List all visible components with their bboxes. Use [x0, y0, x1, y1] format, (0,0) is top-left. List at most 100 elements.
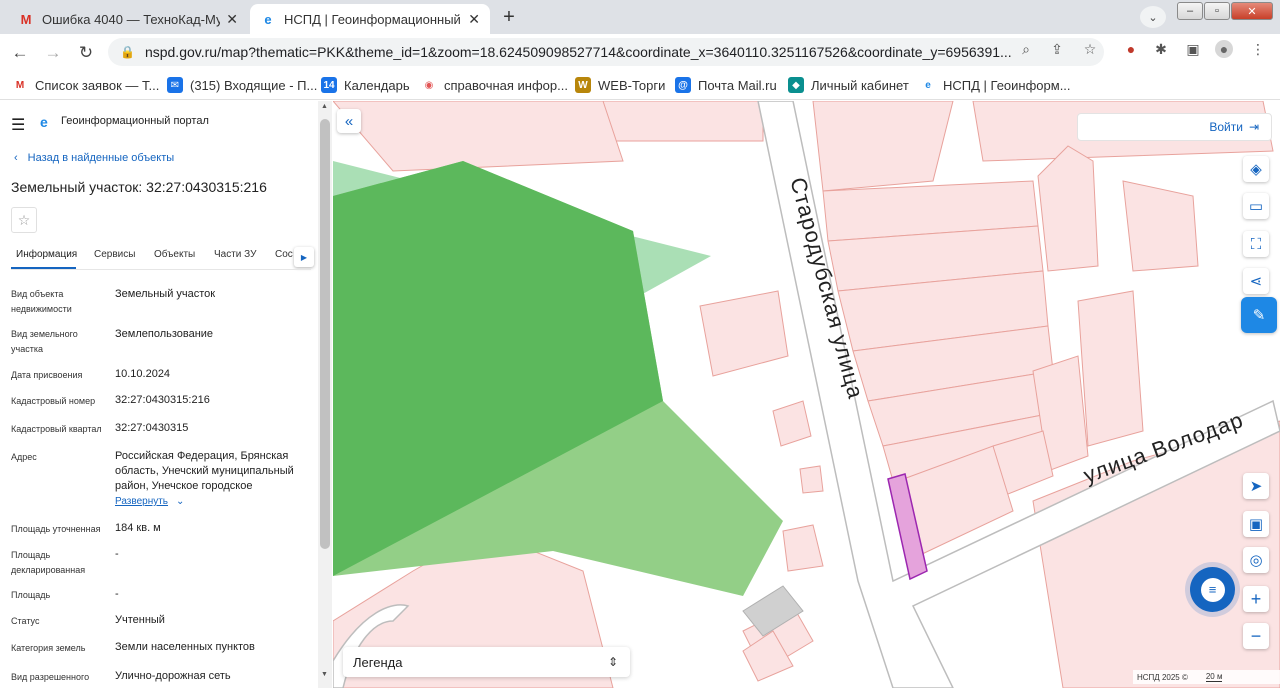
object-title: Земельный участок: 32:27:0430315:216 [11, 179, 267, 195]
bookmark-label: справочная инфор... [444, 77, 568, 93]
layers-button[interactable]: ◈ [1243, 156, 1269, 182]
bookmark-item[interactable]: @ Почта Mail.ru [675, 76, 777, 94]
tab-objects[interactable]: Объекты [154, 249, 195, 260]
scroll-up-arrow-icon[interactable]: ▲ [321, 103, 328, 110]
chat-bot-button[interactable]: ✎ [1241, 297, 1277, 333]
share-button[interactable]: ⋖ [1243, 268, 1269, 294]
expand-collapse-icon: ⇕ [607, 655, 618, 669]
tab-technokad[interactable]: M Ошибка 4040 — ТехноКад-Муни ✕ [8, 4, 248, 34]
login-label: Войти [1209, 120, 1243, 134]
gmail-icon: M [12, 77, 28, 93]
sidepanel-icon[interactable]: ▣ [1184, 40, 1202, 58]
legend-dropdown[interactable]: Легенда ⇕ [343, 647, 630, 677]
collapse-panel-button[interactable]: « [337, 109, 361, 133]
tab-title: Ошибка 4040 — ТехноКад-Муни [42, 11, 221, 27]
login-button[interactable]: Войти ⇥ [1077, 113, 1272, 141]
value-area-declared: - [115, 548, 119, 560]
select-area-button[interactable]: ⛶ [1243, 231, 1269, 257]
puzzle-icon[interactable]: ✱ [1152, 40, 1170, 58]
scrollbar-thumb[interactable] [320, 119, 330, 549]
tab-parts[interactable]: Части ЗУ [214, 249, 256, 260]
gmail-icon: M [20, 11, 32, 27]
support-chat-button[interactable]: ≡ [1190, 567, 1235, 612]
info-icon: ◉ [421, 77, 437, 93]
calendar-icon: 14 [321, 77, 337, 93]
tabs-divider [11, 269, 311, 270]
bookmark-item[interactable]: ◆ Личный кабинет [788, 76, 909, 94]
close-tab-icon[interactable]: ✕ [468, 11, 480, 28]
label-permitted-use: Вид разрешенного [11, 672, 90, 682]
ruler-button[interactable]: ▭ [1243, 193, 1269, 219]
tab-information[interactable]: Информация [16, 249, 77, 260]
web-torgi-icon: W [575, 77, 591, 93]
mail-ru-icon: @ [675, 77, 691, 93]
zoom-in-button[interactable]: + [1243, 586, 1269, 612]
tab-search-button[interactable]: ⌄ [1140, 6, 1166, 28]
star-icon[interactable]: ☆ [1081, 40, 1099, 58]
chevron-left-icon: ‹ [14, 152, 18, 164]
lock-icon: 🔒 [120, 45, 135, 59]
value-address: Российская Федерация, Брянская область, … [115, 450, 294, 492]
legend-label: Легенда [353, 654, 403, 670]
label-area: Площадь [11, 590, 51, 600]
label-address: Адрес [11, 452, 37, 462]
expand-link[interactable]: Развернуть ⌄ [115, 496, 184, 507]
scroll-down-arrow-icon[interactable]: ▼ [321, 671, 328, 678]
object-info-panel: ☰ e Геоинформационный портал ‹ Назад в н… [0, 101, 318, 688]
zoom-search-icon[interactable]: ⌕ [1017, 40, 1035, 58]
maximize-button[interactable]: ▫ [1204, 2, 1230, 20]
map-footer: НСПД 2025 © 20 м [1133, 670, 1280, 684]
value-area: - [115, 588, 119, 600]
bookmark-item[interactable]: ✉ (315) Входящие - П... [167, 76, 317, 94]
tab-services[interactable]: Сервисы [94, 249, 135, 260]
bookmark-item[interactable]: e НСПД | Геоинформ... [920, 76, 1071, 94]
bookmark-item[interactable]: W WEB-Торги [575, 76, 665, 94]
map-canvas[interactable]: Стародубская улица улица Володар « Войти… [333, 101, 1280, 688]
scale-label: 20 м [1205, 672, 1223, 682]
tabs-scroll-right-button[interactable]: ▶ [294, 247, 314, 267]
label-area-specified: Площадь уточненная [11, 524, 101, 534]
address-bar[interactable]: 🔒 nspd.gov.ru/map?thematic=PKK&theme_id=… [108, 38, 1104, 66]
forward-arrow-icon[interactable]: → [42, 42, 64, 64]
new-tab-button[interactable]: + [496, 6, 522, 28]
hamburger-menu-icon[interactable]: ☰ [11, 115, 25, 135]
value-object-type: Земельный участок [115, 288, 216, 300]
bookmarks-bar: M Список заявок — Т... ✉ (315) Входящие - … [0, 70, 1280, 100]
cabinet-icon: ◆ [788, 77, 804, 93]
label-cadastral-quarter: Кадастровый квартал [11, 424, 102, 434]
close-window-button[interactable]: ✕ [1231, 2, 1273, 20]
geo-search-button[interactable]: ◎ [1243, 547, 1269, 573]
locate-me-button[interactable]: ➤ [1243, 473, 1269, 499]
bookmark-label: Список заявок — Т... [35, 77, 160, 93]
profile-avatar-icon[interactable]: ● [1215, 40, 1233, 58]
reload-icon[interactable]: ↻ [75, 42, 97, 64]
label-assign-date: Дата присвоения [11, 370, 83, 380]
green-zone [333, 161, 783, 596]
bookmark-item[interactable]: ◉ справочная инфор... [421, 76, 568, 94]
minimize-button[interactable]: – [1177, 2, 1203, 20]
close-tab-icon[interactable]: ✕ [226, 11, 238, 28]
tab-nspd[interactable]: e НСПД | Геоинформационный по ✕ [250, 4, 490, 34]
value-permitted-use: Улично-дорожная сеть [115, 670, 231, 682]
back-arrow-icon[interactable]: ← [9, 42, 31, 64]
favorite-star-button[interactable]: ☆ [11, 207, 37, 233]
back-link-label: Назад в найденные объекты [27, 152, 175, 164]
bookmark-item[interactable]: M Список заявок — Т... [12, 76, 159, 94]
print-button[interactable]: ▣ [1243, 511, 1269, 537]
mail-icon: ✉ [167, 77, 183, 93]
zoom-out-button[interactable]: − [1243, 623, 1269, 649]
expand-label: Развернуть [115, 496, 169, 507]
panel-scrollbar[interactable]: ▲ ▼ [318, 101, 332, 688]
value-cadastral-quarter: 32:27:0430315 [115, 422, 189, 434]
label-status: Статус [11, 616, 40, 626]
value-land-type: Землепользование [115, 328, 214, 340]
label-land-type: Вид земельного участка [11, 329, 78, 354]
menu-dots-icon[interactable]: ⋮ [1249, 40, 1267, 58]
bookmark-item[interactable]: 14 Календарь [321, 76, 410, 94]
share-icon[interactable]: ⇪ [1048, 40, 1066, 58]
tab-composition[interactable]: Сос [275, 249, 293, 260]
value-area-specified: 184 кв. м [115, 522, 161, 534]
back-link[interactable]: ‹ Назад в найденные объекты [14, 152, 174, 164]
extension-icon[interactable]: ● [1122, 40, 1140, 58]
bookmark-label: Календарь [344, 77, 410, 93]
